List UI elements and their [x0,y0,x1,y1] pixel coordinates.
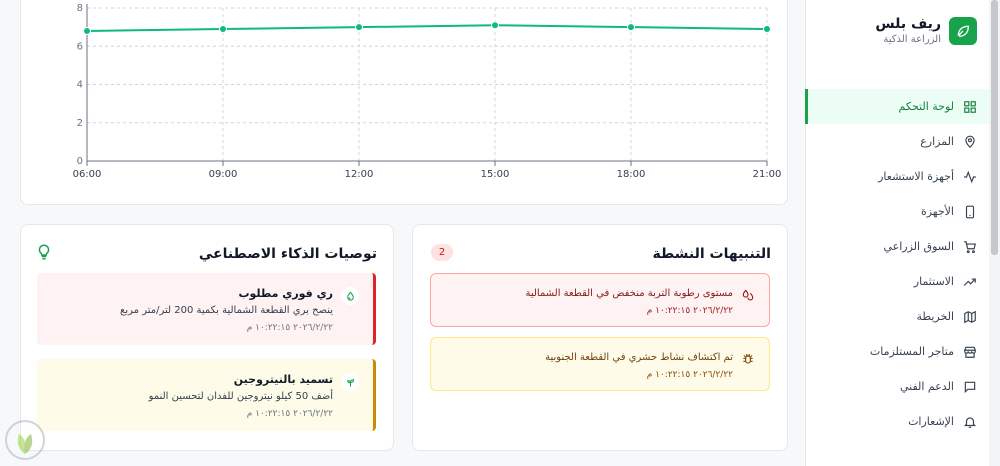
active-alerts-card: التنبيهات النشطة 2 مستوى رطوبة التربة من… [412,224,788,451]
sidebar-item-label: لوحة التحكم [898,100,954,113]
sidebar-item-label: الدعم الفني [899,380,954,393]
leaf-watermark-icon [5,420,45,460]
sidebar-item-support[interactable]: الدعم الفني [805,369,989,404]
sidebar-item-label: الأجهزة [920,205,954,218]
brand: ريف بلس الزراعة الذكية [875,16,977,45]
leaf-logo-icon [949,16,977,45]
dashboard-icon [964,100,976,113]
recommendation-item[interactable]: تسميد بالنيتروجين أضف 50 كيلو نيتروجين ل… [37,359,376,431]
ai-card-title: توصيات الذكاء الاصطناعي [198,246,377,262]
alert-time: ٢٠٢٦/٢/٢٢ ١٠:٢٢:١٥ م [646,370,733,380]
alert-item[interactable]: تم اكتشاف نشاط حشري في القطعة الجنوبية ٢… [430,337,770,391]
data-point [627,23,635,32]
sidebar-nav: لوحة التحكم المزارع أجهزة الاستشعار الأج… [805,89,989,439]
alert-title: تم اكتشاف نشاط حشري في القطعة الجنوبية [545,352,733,363]
data-point [355,23,363,32]
x-tick-label: 06:00 [73,169,102,180]
x-tick-label: 15:00 [481,169,510,180]
brand-name: ريف بلس [875,16,941,32]
x-tick-label: 12:00 [345,169,374,180]
sidebar-item-label: أجهزة الاستشعار [878,170,954,183]
bug-icon [743,354,753,364]
map-pin-icon [965,135,975,148]
sidebar-item-dashboard[interactable]: لوحة التحكم [805,89,989,124]
series-line [86,24,768,32]
sidebar-item-market[interactable]: السوق الزراعي [805,229,989,264]
sidebar-item-label: الاستثمار [913,275,954,288]
sidebar: ريف بلس الزراعة الذكية لوحة التحكم المزا… [805,0,989,466]
alert-time: ٢٠٢٦/٢/٢٢ ١٠:٢٢:١٥ م [646,306,733,316]
alerts-card-title: التنبيهات النشطة [652,246,771,262]
sidebar-item-label: المزارع [920,135,954,148]
sprout-icon [341,373,359,391]
sensor-line-chart: 0 2 4 6 8 06:00 09:00 12:00 15:00 18:00 21:00 [73,3,782,180]
vertical-scrollbar[interactable] [989,0,1000,466]
recommendation-item[interactable]: ري فوري مطلوب ينصح بري القطعة الشمالية ب… [37,273,376,345]
sidebar-item-label: متاجر المستلزمات [869,345,954,358]
y-tick-label: 8 [77,3,83,14]
y-tick-label: 2 [77,118,83,129]
x-tick-label: 18:00 [617,169,646,180]
sidebar-item-label: الإشعارات [908,415,954,428]
sidebar-item-label: السوق الزراعي [883,240,954,253]
recommendation-desc: أضف 50 كيلو نيتروجين للفدان لتحسين النمو [148,391,333,402]
y-tick-label: 6 [77,41,83,52]
x-tick-label: 21:00 [753,169,782,180]
sensor-chart-card: 0 2 4 6 8 06:00 09:00 12:00 15:00 18:00 21:00 [20,0,788,205]
y-tick-label: 4 [77,80,83,91]
alert-title: مستوى رطوبة التربة منخفض في القطعة الشما… [525,288,734,299]
bell-icon [963,416,977,428]
sidebar-item-investment[interactable]: الاستثمار [805,264,989,299]
data-point [491,21,499,30]
sidebar-item-devices[interactable]: الأجهزة [805,194,989,229]
ai-recommendations-card: توصيات الذكاء الاصطناعي ري فوري مطلوب ين… [20,224,394,451]
activity-icon [964,170,976,183]
recommendation-desc: ينصح بري القطعة الشمالية بكمية 200 لتر/م… [120,305,333,316]
x-tick-label: 09:00 [209,169,238,180]
y-tick-label: 0 [77,156,83,167]
recommendation-title: ري فوري مطلوب [238,287,333,300]
sidebar-item-supply-stores[interactable]: متاجر المستلزمات [805,334,989,369]
recommendation-title: تسميد بالنيتروجين [233,373,333,386]
sidebar-item-map[interactable]: الخريطة [805,299,989,334]
brand-subtitle: الزراعة الذكية [883,34,941,45]
recommendation-time: ٢٠٢٦/٢/٢٢ ١٠:٢٢:١٥ م [246,409,333,419]
recommendation-time: ٢٠٢٦/٢/٢٢ ١٠:٢٢:١٥ م [246,323,333,333]
data-point [763,25,771,34]
alert-item[interactable]: مستوى رطوبة التربة منخفض في القطعة الشما… [430,273,770,327]
droplet-icon [341,287,359,305]
sidebar-item-farms[interactable]: المزارع [805,124,989,159]
sidebar-item-notifications[interactable]: الإشعارات [805,404,989,439]
data-point [83,26,91,35]
data-point [219,25,227,34]
droplets-icon [742,289,754,301]
alerts-count-badge: 2 [431,244,453,261]
sidebar-item-label: الخريطة [916,310,954,323]
lightbulb-icon [38,244,50,260]
map-icon [964,310,976,323]
device-icon [965,205,975,218]
store-icon [964,346,976,358]
trending-up-icon [963,278,976,286]
cart-icon [964,240,976,253]
scrollbar-thumb[interactable] [991,0,998,255]
sidebar-item-sensors[interactable]: أجهزة الاستشعار [805,159,989,194]
chat-icon [964,381,976,393]
